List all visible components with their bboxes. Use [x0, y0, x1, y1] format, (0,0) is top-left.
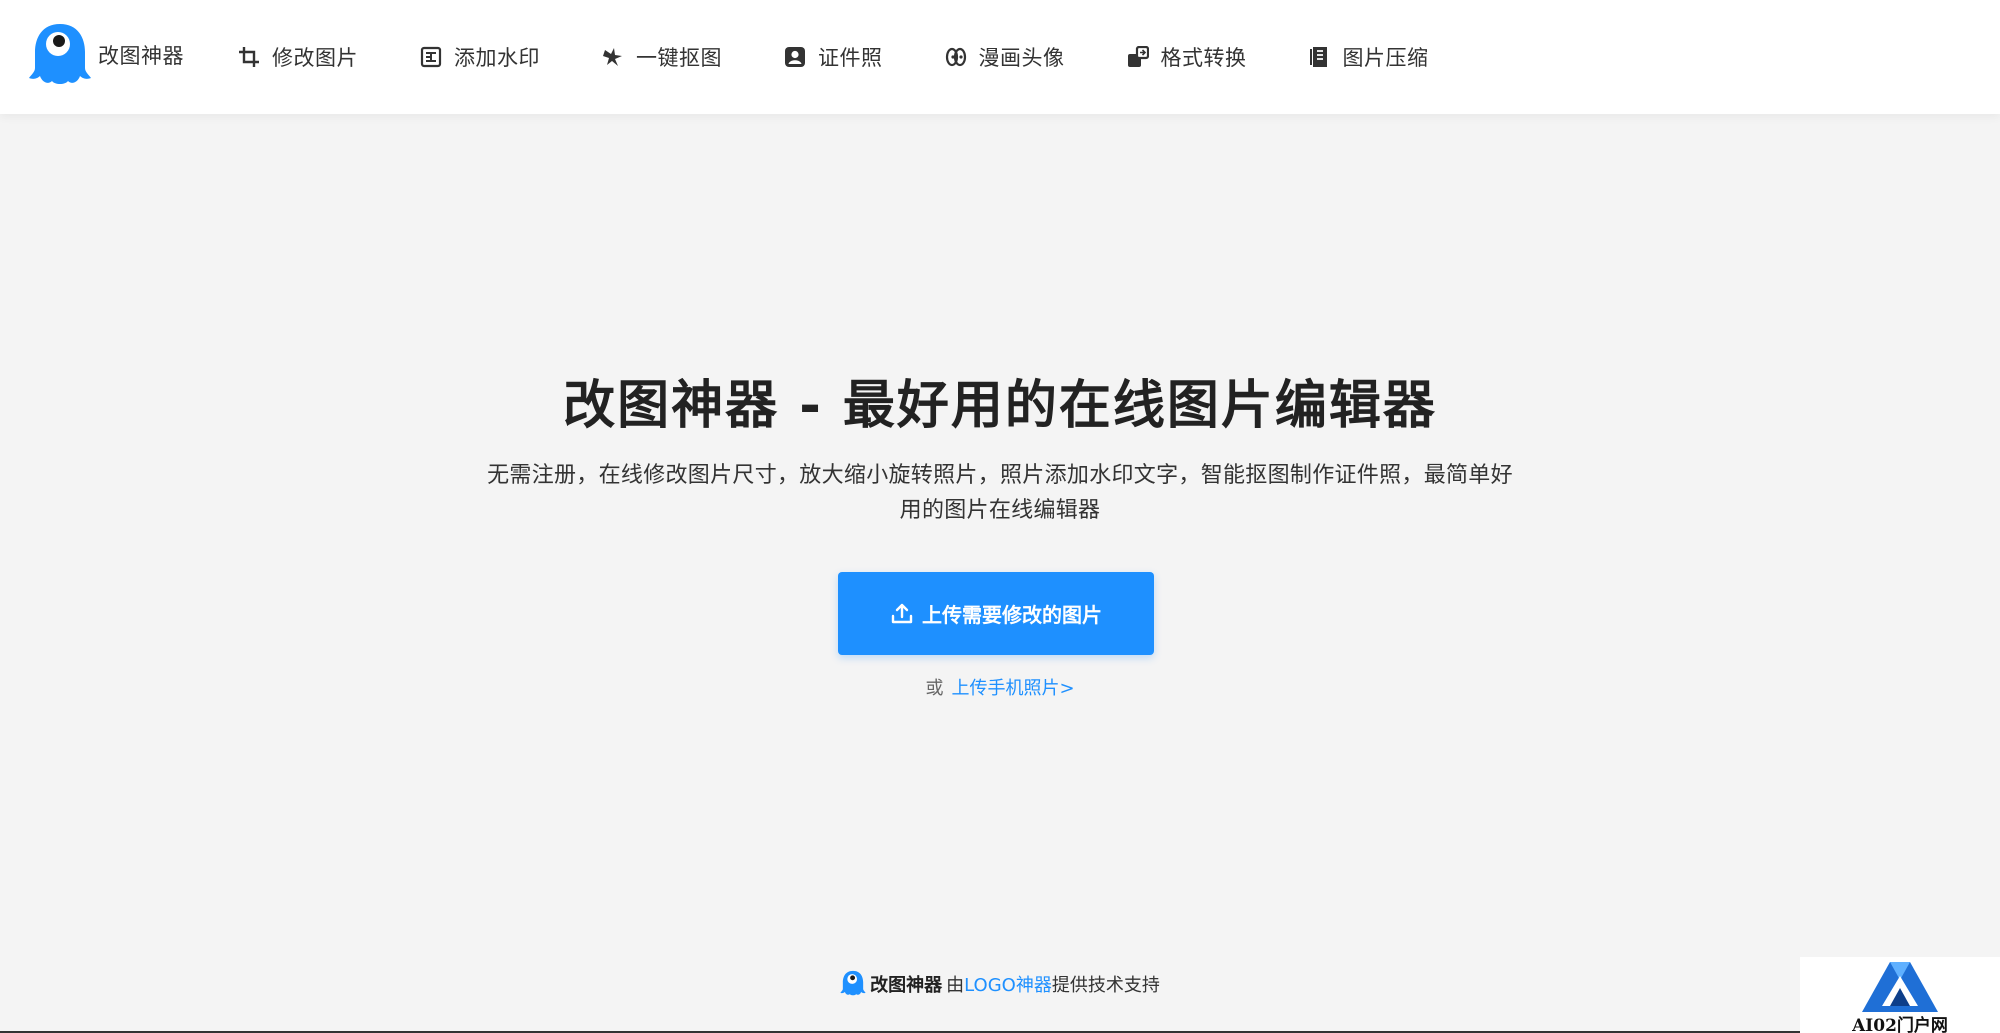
mobile-upload-link[interactable]: 上传手机照片>: [951, 678, 1074, 699]
watermark-icon: [420, 46, 442, 68]
brand-home-link[interactable]: 改图神器: [28, 22, 184, 88]
nav-item-cutout[interactable]: 一键抠图: [602, 37, 722, 77]
nav-label: 格式转换: [1160, 46, 1247, 70]
page: 改图神器 修改图片 添加水印 一键抠图 证件照 漫画头像 格式转换 图片压缩 改…: [0, 0, 2000, 1033]
footer-brand: 改图神器: [870, 974, 943, 996]
page-description: 无需注册，在线修改图片尺寸，放大缩小旋转照片，照片添加水印文字，智能抠图制作证件…: [487, 463, 1513, 523]
page-title: 改图神器 - 最好用的在线图片编辑器: [563, 376, 1437, 436]
format-convert-icon: [1127, 46, 1149, 67]
brand-name: 改图神器: [98, 44, 184, 68]
upload-image-button[interactable]: 上传需要修改的图片: [838, 572, 1154, 655]
footer-support-text: 提供技术支持: [1051, 974, 1160, 996]
cartoon-avatar-icon: [945, 47, 966, 67]
footer-mascot-logo-icon: [840, 970, 866, 996]
nav-label: 漫画头像: [978, 46, 1065, 70]
compress-icon: [1309, 47, 1327, 67]
nav-item-add-watermark[interactable]: 添加水印: [420, 37, 540, 77]
nav-label: 添加水印: [454, 46, 540, 70]
main-nav: 修改图片 添加水印 一键抠图 证件照 漫画头像 格式转换 图片压缩: [238, 0, 1491, 114]
brand-mascot-logo-icon: [29, 24, 91, 84]
nav-label: 图片压缩: [1342, 46, 1429, 70]
hero-section: 改图神器 - 最好用的在线图片编辑器 无需注册，在线修改图片尺寸，放大缩小旋转照…: [0, 370, 2000, 528]
watermark-logo-icon: [1862, 962, 1938, 1012]
nav-item-cartoon-avatar[interactable]: 漫画头像: [945, 37, 1065, 77]
nav-item-format-convert[interactable]: 格式转换: [1127, 37, 1247, 77]
magic-wand-icon: [603, 48, 622, 66]
footer-provider-link[interactable]: LOGO神器: [964, 971, 1052, 997]
nav-label: 一键抠图: [636, 46, 722, 70]
footer: 改图神器 由 LOGO神器 提供技术支持: [0, 970, 2000, 997]
corner-watermark: AI02门户网: [1800, 957, 2000, 1033]
footer-by-text: 由: [946, 974, 965, 996]
upload-icon: [891, 603, 913, 623]
nav-item-id-photo[interactable]: 证件照: [784, 37, 883, 77]
upload-button-label: 上传需要修改的图片: [922, 605, 1102, 627]
or-text: 或: [925, 678, 944, 699]
nav-item-compress[interactable]: 图片压缩: [1309, 37, 1429, 77]
alt-upload-row: 或上传手机照片>: [0, 674, 2000, 700]
nav-item-edit-image[interactable]: 修改图片: [238, 37, 358, 77]
top-navbar: 改图神器 修改图片 添加水印 一键抠图 证件照 漫画头像 格式转换 图片压缩: [0, 0, 2000, 114]
nav-label: 修改图片: [272, 46, 358, 70]
nav-label: 证件照: [818, 46, 883, 70]
watermark-text: AI02门户网: [1852, 1016, 1948, 1033]
crop-icon: [239, 47, 259, 67]
id-photo-icon: [785, 47, 805, 67]
